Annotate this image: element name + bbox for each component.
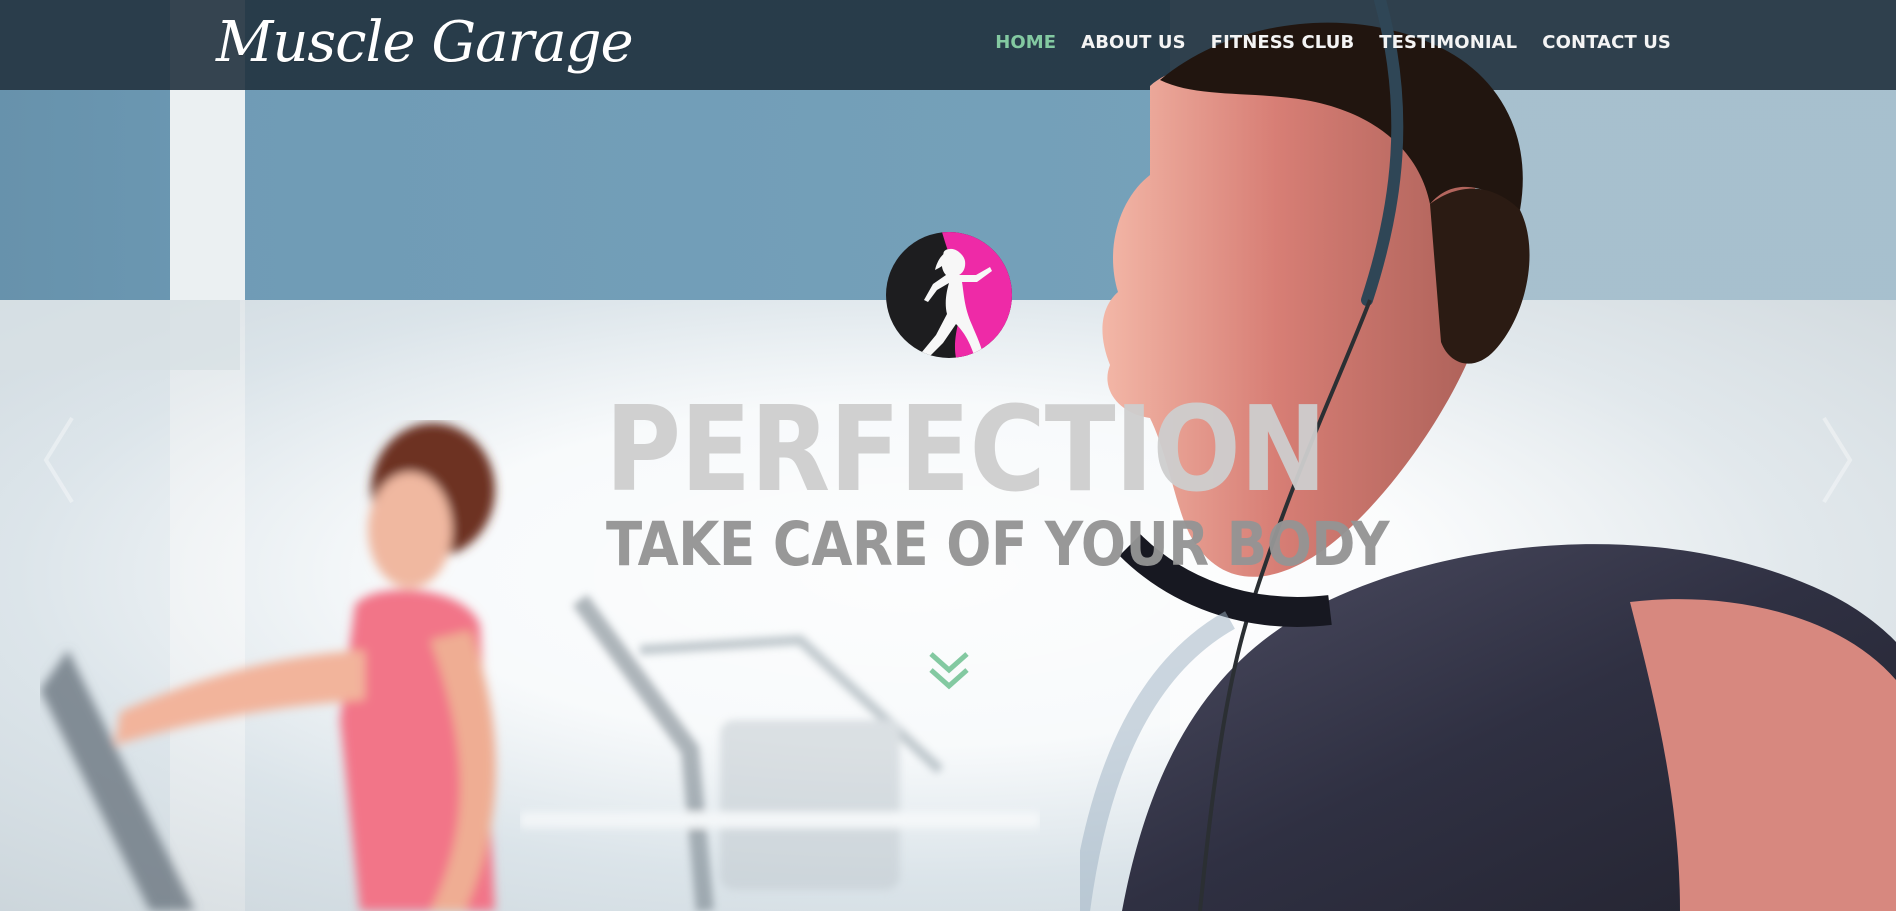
nav-link-contact-us[interactable]: CONTACT US [1542,32,1671,53]
menu-list: HOME ABOUT US FITNESS CLUB TESTIMONIAL C… [995,31,1671,55]
window-frame-left [0,300,240,370]
menu-item-home: HOME [995,31,1056,55]
chevron-left-icon[interactable] [38,410,80,510]
nav-link-home[interactable]: HOME [995,32,1056,53]
brand-logo[interactable]: Muscle Garage [216,5,634,75]
double-chevron-down-icon[interactable] [928,650,970,692]
nav-link-about-us[interactable]: ABOUT US [1081,32,1186,53]
nav-link-testimonial[interactable]: TESTIMONIAL [1379,32,1517,53]
chevron-right-icon[interactable] [1816,410,1858,510]
menu-item-about-us: ABOUT US [1081,31,1186,55]
menu-item-testimonial: TESTIMONIAL [1379,31,1517,55]
background-woman-image [40,423,496,911]
nav-link-fitness-club[interactable]: FITNESS CLUB [1211,32,1355,53]
background-gym-machine [520,594,1040,911]
menu-item-fitness-club: FITNESS CLUB [1211,31,1355,55]
menu-item-contact-us: CONTACT US [1542,31,1671,55]
landing-page: Muscle Garage HOME ABOUT US FITNESS CLUB… [0,0,1896,911]
top-navigation: Muscle Garage HOME ABOUT US FITNESS CLUB… [0,0,1896,90]
hero-title: PERFECTION [605,380,1327,518]
hero-subtitle: TAKE CARE OF YOUR BODY [606,509,1390,580]
fitness-silhouette-icon [886,232,1012,358]
